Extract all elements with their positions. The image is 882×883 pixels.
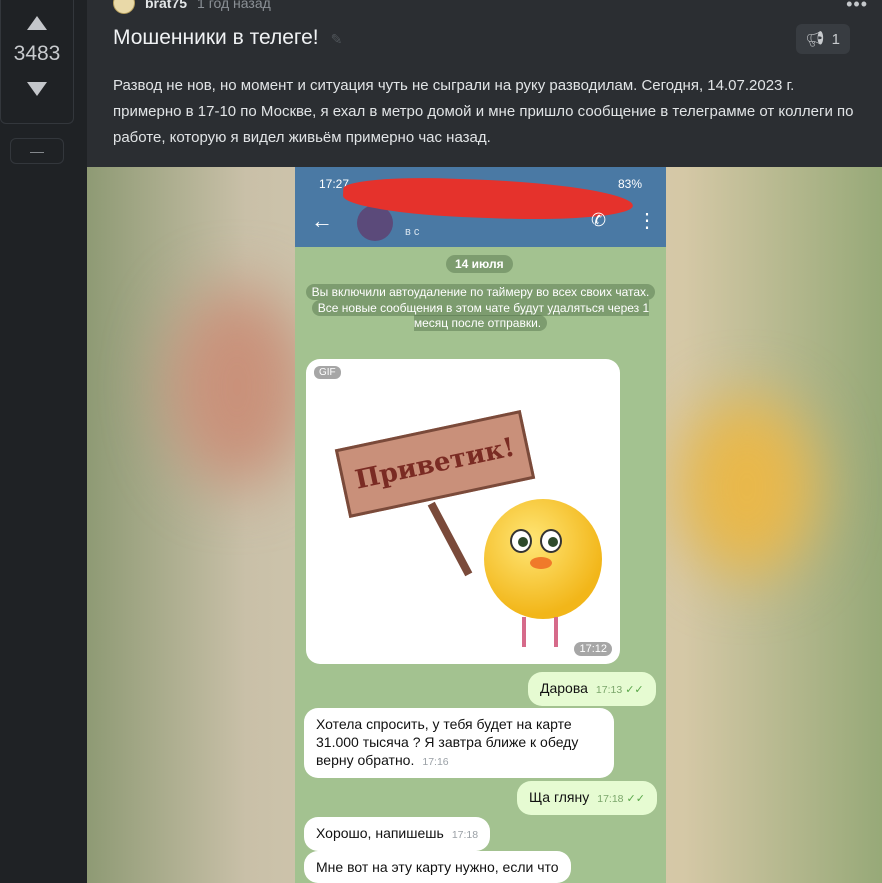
blur-shape xyxy=(677,397,817,577)
chat-message-out[interactable]: Дарова 17:13 ✓✓ xyxy=(528,672,656,706)
date-separator: 14 июля xyxy=(446,255,513,273)
avatar[interactable] xyxy=(113,0,135,14)
read-checkmarks-icon: ✓✓ xyxy=(626,793,645,805)
downvote-arrow-icon[interactable] xyxy=(27,82,47,96)
chick-pupil xyxy=(518,537,528,547)
comments-button[interactable]: 📢︎ 1 xyxy=(795,24,850,54)
message-text: Хорошо, напишешь xyxy=(316,825,444,841)
sign-stick xyxy=(427,501,473,577)
megaphone-icon: 📢︎ xyxy=(805,31,825,48)
gif-time: 17:12 xyxy=(574,642,612,656)
sign-text: Приветик! xyxy=(352,432,518,496)
post-title[interactable]: Мошенники в телеге! ✎ xyxy=(113,26,342,50)
chat-message-in[interactable]: Мне вот на эту карту нужно, если что xyxy=(304,851,571,883)
page: 3483 — brat75 1 год назад ••• Мошенники … xyxy=(0,0,882,883)
message-time: 17:16 xyxy=(422,756,449,768)
chat-message-in[interactable]: Хорошо, напишешь 17:18 xyxy=(304,817,491,851)
chat-subtitle: в с xyxy=(405,226,420,238)
chat-area: 14 июля Вы включили автоудаление по тайм… xyxy=(295,247,666,883)
chat-message-in[interactable]: Хотела спросить, у тебя будет на карте 3… xyxy=(304,708,614,778)
message-text: Ща гляну xyxy=(529,789,590,805)
minus-button[interactable]: — xyxy=(10,138,64,164)
post-title-text: Мошенники в телеге! xyxy=(113,26,319,49)
chick-pupil xyxy=(548,537,558,547)
gif-label: GIF xyxy=(314,366,341,379)
chick-illustration xyxy=(484,499,602,619)
post: brat75 1 год назад ••• Мошенники в телег… xyxy=(87,0,882,883)
comments-count: 1 xyxy=(831,30,840,48)
more-options-icon[interactable]: ••• xyxy=(846,0,868,15)
chat-message-out[interactable]: Ща гляну 17:18 ✓✓ xyxy=(517,781,657,815)
rating-value: 3483 xyxy=(13,42,61,65)
service-message-line: Все новые сообщения в этом чате будут уд… xyxy=(311,299,650,331)
telegram-screenshot: 17:27 83% ← в с ✆ ⋮ 14 июля Вы включили … xyxy=(295,167,666,883)
post-body: Развод не нов, но момент и ситуация чуть… xyxy=(113,77,854,146)
message-time: 17:18 xyxy=(451,829,479,841)
upvote-arrow-icon[interactable] xyxy=(27,16,47,30)
read-checkmarks-icon: ✓✓ xyxy=(625,684,644,696)
author-row: brat75 1 год назад xyxy=(113,0,271,14)
chick-leg xyxy=(554,617,558,647)
edit-icon: ✎ xyxy=(330,31,343,47)
battery-level: 83% xyxy=(617,176,642,191)
rating-panel: 3483 xyxy=(0,0,74,124)
back-arrow-icon[interactable]: ← xyxy=(311,208,333,234)
chick-beak xyxy=(530,557,552,569)
menu-dots-icon[interactable]: ⋮ xyxy=(637,208,657,233)
message-time: 17:13 xyxy=(595,684,623,696)
blur-shape xyxy=(167,287,307,487)
chat-header: ← в с ✆ ⋮ xyxy=(295,174,666,247)
message-text: Дарова xyxy=(540,680,588,696)
gif-message[interactable]: GIF Приветик! 17:12 xyxy=(306,359,620,664)
chick-leg xyxy=(522,617,526,647)
chick-eye xyxy=(510,529,532,553)
message-text: Мне вот на эту карту нужно, если что xyxy=(316,859,559,875)
author-name[interactable]: brat75 xyxy=(145,0,187,11)
service-message: Вы включили автоудаление по таймеру во в… xyxy=(301,284,660,332)
phone-call-icon[interactable]: ✆ xyxy=(591,210,606,231)
chick-eye xyxy=(540,529,562,553)
message-time: 17:18 xyxy=(597,793,624,805)
post-time: 1 год назад xyxy=(197,0,271,11)
post-image[interactable]: 17:27 83% ← в с ✆ ⋮ 14 июля Вы включили … xyxy=(87,167,882,883)
service-message-line: Вы включили автоудаление по таймеру во в… xyxy=(305,284,656,300)
